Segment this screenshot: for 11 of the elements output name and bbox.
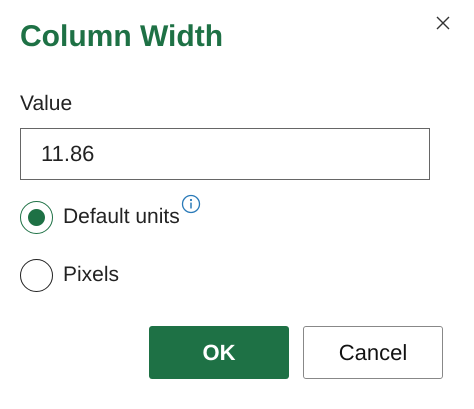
close-button[interactable] — [434, 14, 452, 32]
ok-button[interactable]: OK — [149, 326, 289, 379]
info-icon[interactable] — [180, 194, 201, 214]
cancel-button[interactable]: Cancel — [303, 326, 443, 379]
dialog-title: Column Width — [20, 20, 224, 54]
radio-button[interactable] — [20, 258, 53, 292]
option-label[interactable]: Default units — [63, 205, 180, 229]
radio-button[interactable] — [20, 200, 53, 234]
option-label[interactable]: Pixels — [63, 263, 120, 287]
value-field[interactable]: 11.86 — [20, 128, 430, 180]
field-label: Value — [20, 92, 74, 116]
